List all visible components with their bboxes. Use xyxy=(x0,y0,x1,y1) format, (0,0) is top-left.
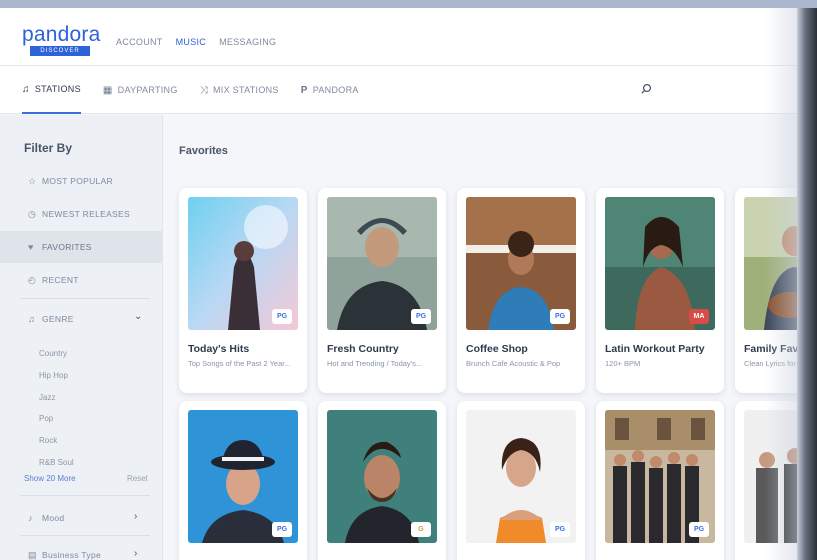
filter-newest-releases[interactable]: ◷ NEWEST RELEASES xyxy=(0,198,163,230)
mood-dropdown[interactable]: ♪ Mood xyxy=(0,502,163,534)
station-subtitle: Hot and Trending / Today's... xyxy=(327,359,423,368)
chevron-right-icon[interactable]: › xyxy=(134,511,137,522)
divider xyxy=(20,535,150,536)
station-subtitle: 120+ BPM xyxy=(605,359,641,368)
station-artwork: PG xyxy=(188,410,298,543)
rating-badge: PG xyxy=(550,309,570,324)
rating-badge: PG xyxy=(272,309,292,324)
filter-label: FAVORITES xyxy=(42,242,92,252)
business-type-label: Business Type xyxy=(42,550,102,560)
pandora-p-icon: P xyxy=(300,84,308,96)
top-nav: ACCOUNT MUSIC MESSAGING xyxy=(116,37,276,47)
station-artwork: PG xyxy=(466,410,576,543)
business-type-dropdown[interactable]: ▤ Business Type xyxy=(0,539,163,560)
station-card[interactable]: PG Fresh Country Hot and Trending / Toda… xyxy=(318,188,446,393)
rating-badge: PG xyxy=(411,309,431,324)
pandora-logo[interactable]: pandora DISCOVER xyxy=(22,24,100,56)
filter-most-popular[interactable]: ☆ MOST POPULAR xyxy=(0,165,163,197)
station-artwork: PG xyxy=(605,410,715,543)
reset-link[interactable]: Reset xyxy=(127,474,148,483)
genre-option[interactable]: Jazz xyxy=(39,387,74,409)
filter-recent[interactable]: ◴ RECENT xyxy=(0,264,163,296)
filter-label: MOST POPULAR xyxy=(42,176,113,186)
filter-favorites[interactable]: ♥ FAVORITES xyxy=(0,231,163,263)
genre-option[interactable]: Rock xyxy=(39,430,74,452)
station-card[interactable]: MA Latin Workout Party 120+ BPM xyxy=(596,188,724,393)
filter-sidebar: Filter By ☆ MOST POPULAR ◷ NEWEST RELEAS… xyxy=(0,115,163,560)
genre-option[interactable]: Hip Hop xyxy=(39,365,74,387)
tab-stations[interactable]: ♫ STATIONS xyxy=(22,66,81,114)
station-card[interactable]: G xyxy=(318,401,446,560)
tab-label: PANDORA xyxy=(312,85,359,95)
station-title: Fresh Country xyxy=(327,343,399,355)
tab-mix-stations[interactable]: ⤨ MIX STATIONS xyxy=(200,66,279,114)
logo-wordmark: pandora xyxy=(22,23,101,46)
history-icon: ◴ xyxy=(28,274,37,285)
top-nav-music[interactable]: MUSIC xyxy=(176,37,207,47)
clock-icon: ◷ xyxy=(28,208,37,219)
genre-label: GENRE xyxy=(42,314,74,324)
station-card[interactable]: PG Today's Hits Top Songs of the Past 2 … xyxy=(179,188,307,393)
tab-label: MIX STATIONS xyxy=(212,85,279,95)
star-icon: ☆ xyxy=(28,175,37,186)
rating-badge: MA xyxy=(689,309,709,324)
music-note-icon: ♫ xyxy=(28,314,36,324)
station-card[interactable]: PG Coffee Shop Brunch Cafe Acoustic & Po… xyxy=(457,188,585,393)
calendar-icon: ▦ xyxy=(102,84,113,96)
chevron-down-icon[interactable]: ⌄ xyxy=(134,311,142,322)
station-title: Coffee Shop xyxy=(466,343,528,355)
device-bezel xyxy=(797,8,817,560)
rating-badge: PG xyxy=(272,522,292,537)
station-subtitle: Top Songs of the Past 2 Year... xyxy=(188,359,291,368)
station-artwork: PG xyxy=(327,197,437,330)
tab-label: DAYPARTING xyxy=(117,85,178,95)
music-note-icon: ♫ xyxy=(22,83,30,95)
top-header: pandora DISCOVER ACCOUNT MUSIC MESSAGING xyxy=(0,8,817,66)
station-artwork: PG xyxy=(188,197,298,330)
station-artwork: PG xyxy=(466,197,576,330)
tab-dayparting[interactable]: ▦ DAYPARTING xyxy=(103,66,178,114)
filter-title: Filter By xyxy=(24,141,73,155)
section-title: Favorites xyxy=(179,145,228,157)
station-title: Today's Hits xyxy=(188,343,250,355)
genre-option[interactable]: Pop xyxy=(39,408,74,430)
search-icon[interactable] xyxy=(640,83,652,95)
show-more-link[interactable]: Show 20 More xyxy=(24,474,76,483)
screen-edge-glare xyxy=(765,8,797,560)
filter-label: NEWEST RELEASES xyxy=(42,209,130,219)
heart-icon: ♥ xyxy=(28,242,34,252)
tab-label: STATIONS xyxy=(34,84,81,94)
station-card[interactable]: PG xyxy=(596,401,724,560)
genre-list: Country Hip Hop Jazz Pop Rock R&B Soul xyxy=(39,343,74,474)
station-artwork: G xyxy=(327,410,437,543)
mood-icon: ♪ xyxy=(28,513,33,523)
pandora-app-window: pandora DISCOVER ACCOUNT MUSIC MESSAGING… xyxy=(0,8,817,560)
shuffle-icon: ⤨ xyxy=(199,84,208,96)
rating-badge: PG xyxy=(550,522,570,537)
top-nav-account[interactable]: ACCOUNT xyxy=(116,37,163,47)
station-card[interactable]: PG xyxy=(457,401,585,560)
tab-bar: ♫ STATIONS ▦ DAYPARTING ⤨ MIX STATIONS P… xyxy=(0,66,817,114)
divider xyxy=(20,298,150,299)
top-nav-messaging[interactable]: MESSAGING xyxy=(219,37,276,47)
genre-option[interactable]: Country xyxy=(39,343,74,365)
station-artwork: MA xyxy=(605,197,715,330)
rating-badge: PG xyxy=(689,522,709,537)
station-title: Latin Workout Party xyxy=(605,343,705,355)
station-card[interactable]: PG xyxy=(179,401,307,560)
building-icon: ▤ xyxy=(28,549,37,560)
mood-label: Mood xyxy=(42,513,65,523)
rating-badge: G xyxy=(411,522,431,537)
logo-subtitle: DISCOVER xyxy=(30,46,90,56)
tab-pandora[interactable]: P PANDORA xyxy=(301,66,359,114)
filter-label: RECENT xyxy=(42,275,79,285)
chevron-right-icon[interactable]: › xyxy=(134,548,137,559)
station-subtitle: Brunch Cafe Acoustic & Pop xyxy=(466,359,561,368)
divider xyxy=(20,495,150,496)
genre-option[interactable]: R&B Soul xyxy=(39,452,74,474)
